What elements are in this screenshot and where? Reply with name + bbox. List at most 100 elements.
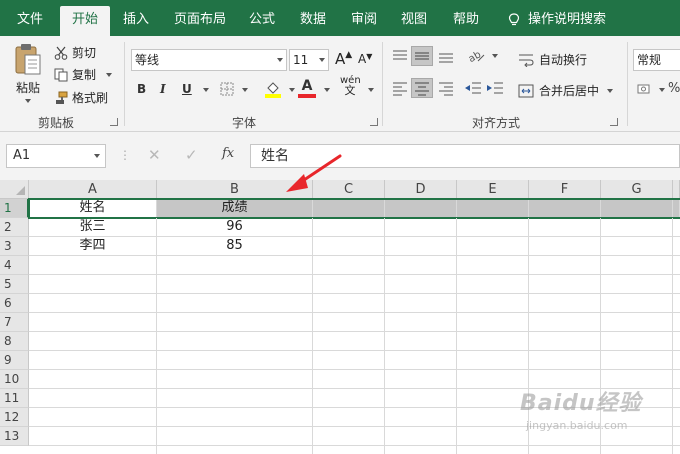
column-header-h[interactable] [673, 180, 680, 199]
merge-dropdown-icon[interactable] [607, 88, 614, 93]
row-header-6[interactable]: 6 [0, 294, 29, 313]
tab-data[interactable]: 数据 [292, 6, 334, 36]
font-name-select[interactable]: 等线 [131, 49, 287, 71]
orientation-icon[interactable]: ab [466, 48, 486, 64]
phonetic-button[interactable]: wén 文 [340, 76, 361, 97]
divider [124, 42, 125, 126]
copy-icon [54, 68, 68, 81]
font-size-select[interactable]: 11 [289, 49, 329, 71]
row-header-2[interactable]: 2 [0, 218, 29, 237]
font-group-label: 字体 [231, 116, 256, 130]
paste-button[interactable]: 粘贴 [8, 42, 48, 108]
row-header-5[interactable]: 5 [0, 275, 29, 294]
font-color-swatch [298, 94, 316, 98]
enter-check-icon[interactable]: ✓ [185, 146, 198, 164]
paste-icon [15, 44, 41, 75]
column-header-d[interactable]: D [385, 180, 457, 199]
tab-formulas[interactable]: 公式 [242, 6, 282, 36]
fill-color-dropdown-icon[interactable] [289, 88, 295, 92]
copy-button[interactable]: 复制 [54, 66, 113, 83]
cell-d1[interactable] [385, 199, 457, 218]
align-right-icon[interactable] [437, 80, 455, 96]
cut-label: 剪切 [72, 46, 97, 60]
align-middle-button[interactable] [411, 46, 433, 66]
bold-button[interactable]: B [137, 82, 146, 96]
cell-a1[interactable]: 姓名 [29, 199, 157, 218]
merge-center-icon [518, 84, 534, 97]
column-header-e[interactable]: E [457, 180, 529, 199]
percent-icon[interactable]: % [668, 81, 680, 96]
font-color-dropdown-icon[interactable] [324, 88, 330, 92]
row-header-11[interactable]: 11 [0, 389, 29, 408]
accounting-format-icon[interactable] [637, 81, 653, 97]
name-box[interactable]: A1 [6, 144, 106, 168]
row-header-3[interactable]: 3 [0, 237, 29, 256]
paste-label: 粘贴 [15, 81, 40, 95]
cell-f1[interactable] [529, 199, 601, 218]
align-middle-icon [415, 52, 429, 60]
accounting-dropdown-icon[interactable] [659, 88, 665, 92]
orientation-dropdown-icon[interactable] [492, 54, 498, 58]
font-launcher-icon[interactable] [370, 118, 378, 126]
tab-page-layout[interactable]: 页面布局 [166, 6, 234, 36]
column-header-a[interactable]: A [29, 180, 157, 199]
insert-function-button[interactable]: fx [222, 146, 234, 161]
cell-h1[interactable] [673, 199, 680, 218]
cell-c1[interactable] [313, 199, 385, 218]
font-color-button[interactable]: A [298, 78, 316, 98]
tab-home[interactable]: 开始 [60, 6, 110, 36]
cell-b1[interactable]: 成绩 [157, 199, 313, 218]
row-header-12[interactable]: 12 [0, 408, 29, 427]
row-header-13[interactable]: 13 [0, 427, 29, 446]
copy-dropdown-icon[interactable] [106, 72, 113, 77]
tab-help[interactable]: 帮助 [446, 6, 486, 36]
increase-font-button[interactable]: A ▲ [335, 50, 352, 68]
phonetic-dropdown-icon[interactable] [368, 88, 374, 92]
row-header-8[interactable]: 8 [0, 332, 29, 351]
italic-button[interactable]: I [160, 82, 166, 96]
clipboard-launcher-icon[interactable] [110, 118, 118, 126]
decrease-indent-icon[interactable] [464, 80, 482, 96]
format-painter-button[interactable]: 格式刷 [54, 89, 108, 106]
tab-view[interactable]: 视图 [394, 6, 434, 36]
cell-e1[interactable] [457, 199, 529, 218]
row-header-10[interactable]: 10 [0, 370, 29, 389]
align-bottom-icon[interactable] [437, 48, 455, 64]
underline-dropdown-icon[interactable] [203, 88, 209, 92]
cancel-icon[interactable]: ✕ [148, 146, 161, 164]
cut-button[interactable]: 剪切 [54, 44, 96, 61]
font-color-icon: A [301, 78, 313, 94]
cell-g1[interactable] [601, 199, 673, 218]
tab-insert[interactable]: 插入 [114, 6, 158, 36]
row-header-9[interactable]: 9 [0, 351, 29, 370]
alignment-launcher-icon[interactable] [610, 118, 618, 126]
number-format-select[interactable]: 常规 [633, 49, 680, 71]
paste-dropdown-icon[interactable] [25, 99, 31, 103]
fill-color-icon[interactable] [264, 80, 282, 98]
merge-center-button[interactable]: 合并后居中 [518, 82, 614, 99]
row-header-4[interactable]: 4 [0, 256, 29, 275]
tab-review[interactable]: 审阅 [344, 6, 384, 36]
watermark-url: jingyan.baidu.com [526, 419, 628, 432]
align-left-icon[interactable] [391, 80, 409, 96]
tell-me-search[interactable]: 操作说明搜索 [528, 6, 608, 36]
borders-icon[interactable] [220, 82, 234, 96]
underline-button[interactable]: U [182, 82, 192, 96]
select-all-button[interactable] [0, 180, 29, 199]
borders-dropdown-icon[interactable] [242, 88, 248, 92]
clipboard-group-label: 剪贴板 [37, 116, 74, 130]
align-center-button[interactable] [411, 78, 433, 98]
column-header-g[interactable]: G [601, 180, 673, 199]
align-top-icon[interactable] [391, 48, 409, 64]
divider [382, 42, 383, 126]
row-header-1[interactable]: 1 [0, 199, 29, 218]
decrease-font-button[interactable]: A ▼ [358, 52, 372, 67]
column-header-f[interactable]: F [529, 180, 601, 199]
watermark-brand: Baidu经验 [520, 391, 642, 416]
increase-indent-icon[interactable] [486, 80, 504, 96]
formula-bar-grip-icon[interactable]: ⋮ [119, 148, 131, 162]
wrap-text-button[interactable]: 自动换行 [518, 51, 587, 68]
tab-file[interactable]: 文件 [8, 6, 52, 36]
ribbon-tab-bar: 文件 开始 插入 页面布局 公式 数据 审阅 视图 帮助 操作说明搜索 [0, 0, 680, 36]
row-header-7[interactable]: 7 [0, 313, 29, 332]
